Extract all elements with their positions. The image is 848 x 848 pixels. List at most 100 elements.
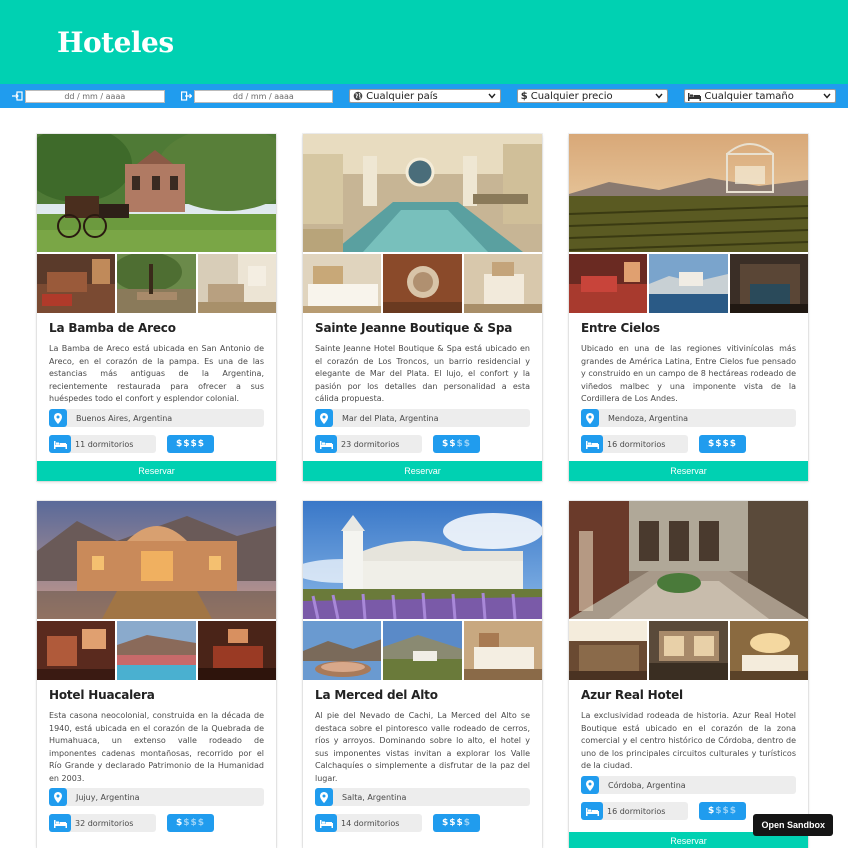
price-active: $$: [441, 439, 457, 449]
date-to-input[interactable]: dd / mm / aaaa: [193, 89, 334, 103]
hotel-thumbnail[interactable]: [303, 254, 382, 313]
hero-header: Hoteles: [0, 0, 848, 84]
hotel-card: Sainte Jeanne Boutique & Spa Sainte Jean…: [303, 134, 542, 481]
hotel-location-text: Córdoba, Argentina: [608, 780, 686, 790]
bed-icon: [315, 435, 337, 453]
hotel-thumbnail[interactable]: [649, 621, 728, 680]
country-select-value: Cualquier país: [366, 90, 438, 102]
hotel-card: Entre Cielos Ubicado en una de las regio…: [569, 134, 808, 481]
hotel-description: Sainte Jeanne Hotel Boutique & Spa está …: [315, 344, 530, 403]
date-from-field: dd / mm / aaaa: [12, 89, 165, 103]
hotel-price: $$$$: [433, 435, 480, 453]
hotel-name: Entre Cielos: [581, 321, 660, 335]
chevron-down-icon: [655, 90, 663, 102]
hotel-thumbnail[interactable]: [463, 621, 542, 680]
hotel-grid: La Bamba de Areco La Bamba de Areco está…: [37, 134, 809, 848]
date-from-input[interactable]: dd / mm / aaaa: [25, 89, 165, 103]
price-active: $: [175, 818, 184, 828]
size-select-value: Cualquier tamaño: [704, 90, 794, 102]
map-marker-icon: [49, 409, 67, 427]
hotel-rooms-text: 16 dormitorios: [607, 806, 666, 816]
hotel-thumbnails: [303, 621, 542, 680]
hotel-location-text: Jujuy, Argentina: [76, 792, 140, 802]
hotel-price: $$$$: [167, 814, 214, 832]
price-inactive: $$$: [715, 806, 738, 816]
hotel-description: La exclusividad rodeada de historia. Azu…: [581, 711, 796, 770]
chevron-down-icon: [823, 90, 831, 102]
hotel-thumbnails: [37, 254, 276, 313]
hotel-main-photo: [303, 134, 542, 252]
reserve-button[interactable]: Reservar: [37, 461, 276, 481]
hotel-description: La Bamba de Areco está ubicada en San An…: [49, 344, 264, 403]
hotel-main-photo: [303, 501, 542, 619]
price-active: $$$: [441, 818, 464, 828]
globe-icon: [353, 91, 363, 101]
bed-icon: [581, 435, 603, 453]
hotel-description: Ubicado en una de las regiones vitiviníc…: [581, 344, 796, 403]
hotel-thumbnail[interactable]: [729, 621, 808, 680]
bed-icon: [49, 435, 71, 453]
hotel-thumbnail[interactable]: [649, 254, 728, 313]
hotel-rooms-text: 11 dormitorios: [75, 439, 134, 449]
hotel-thumbnail[interactable]: [303, 621, 382, 680]
hotel-card: Azur Real Hotel La exclusividad rodeada …: [569, 501, 808, 848]
price-active: $$$$: [175, 439, 206, 449]
hotel-thumbnail[interactable]: [197, 621, 276, 680]
hotel-name: Azur Real Hotel: [581, 688, 683, 702]
map-marker-icon: [581, 776, 599, 794]
chevron-down-icon: [488, 90, 496, 102]
filters-bar: dd / mm / aaaa dd / mm / aaaa Cualquier …: [0, 84, 848, 108]
map-marker-icon: [49, 788, 67, 806]
hotel-location-text: Mendoza, Argentina: [608, 413, 689, 423]
hotel-card: La Bamba de Areco La Bamba de Areco está…: [37, 134, 276, 481]
bed-icon: [688, 92, 702, 101]
hotel-thumbnail[interactable]: [117, 621, 196, 680]
country-select[interactable]: Cualquier país: [349, 89, 501, 103]
price-inactive: $$$: [183, 818, 206, 828]
hotel-thumbnails: [303, 254, 542, 313]
hotel-main-photo: [37, 134, 276, 252]
bed-icon: [49, 814, 71, 832]
reserve-button[interactable]: Reservar: [569, 461, 808, 481]
hotel-rooms-text: 23 dormitorios: [341, 439, 400, 449]
hotel-name: La Merced del Alto: [315, 688, 438, 702]
hotel-card: La Merced del Alto Al pie del Nevado de …: [303, 501, 542, 848]
hotel-main-photo: [569, 501, 808, 619]
reserve-button[interactable]: Reservar: [303, 461, 542, 481]
hotel-thumbnails: [37, 621, 276, 680]
date-to-field: dd / mm / aaaa: [180, 89, 334, 103]
price-inactive: $: [463, 818, 472, 828]
hotel-main-photo: [37, 501, 276, 619]
hotel-price: $$$$: [699, 435, 746, 453]
hotel-rooms-text: 32 dormitorios: [75, 818, 134, 828]
hotel-thumbnail[interactable]: [37, 254, 116, 313]
map-marker-icon: [315, 409, 333, 427]
hotel-thumbnail[interactable]: [729, 254, 808, 313]
hotel-rooms: 11 dormitorios: [49, 435, 156, 453]
hotel-location-text: Buenos Aires, Argentina: [76, 413, 173, 423]
page-title: Hoteles: [57, 25, 174, 59]
hotel-thumbnail[interactable]: [37, 621, 116, 680]
sign-in-icon: [12, 91, 23, 101]
size-select[interactable]: Cualquier tamaño: [684, 89, 836, 103]
hotel-thumbnail[interactable]: [383, 254, 462, 313]
map-marker-icon: [315, 788, 333, 806]
hotel-thumbnail[interactable]: [117, 254, 196, 313]
hotel-location: Jujuy, Argentina: [49, 788, 264, 806]
hotel-location: Mar del Plata, Argentina: [315, 409, 530, 427]
open-sandbox-button[interactable]: Open Sandbox: [753, 814, 833, 836]
hotel-location: Salta, Argentina: [315, 788, 530, 806]
hotel-thumbnail[interactable]: [569, 254, 648, 313]
hotel-thumbnail[interactable]: [463, 254, 542, 313]
price-select[interactable]: $ Cualquier precio: [516, 89, 669, 103]
hotel-rooms: 16 dormitorios: [581, 435, 688, 453]
price-active: $: [707, 806, 716, 816]
hotel-name: La Bamba de Areco: [49, 321, 176, 335]
hotel-thumbnail[interactable]: [383, 621, 462, 680]
hotel-price: $$$$: [699, 802, 746, 820]
map-marker-icon: [581, 409, 599, 427]
hotel-location: Córdoba, Argentina: [581, 776, 796, 794]
hotel-description: Esta casona neocolonial, construida en l…: [49, 711, 264, 783]
hotel-thumbnail[interactable]: [569, 621, 648, 680]
hotel-thumbnail[interactable]: [197, 254, 276, 313]
